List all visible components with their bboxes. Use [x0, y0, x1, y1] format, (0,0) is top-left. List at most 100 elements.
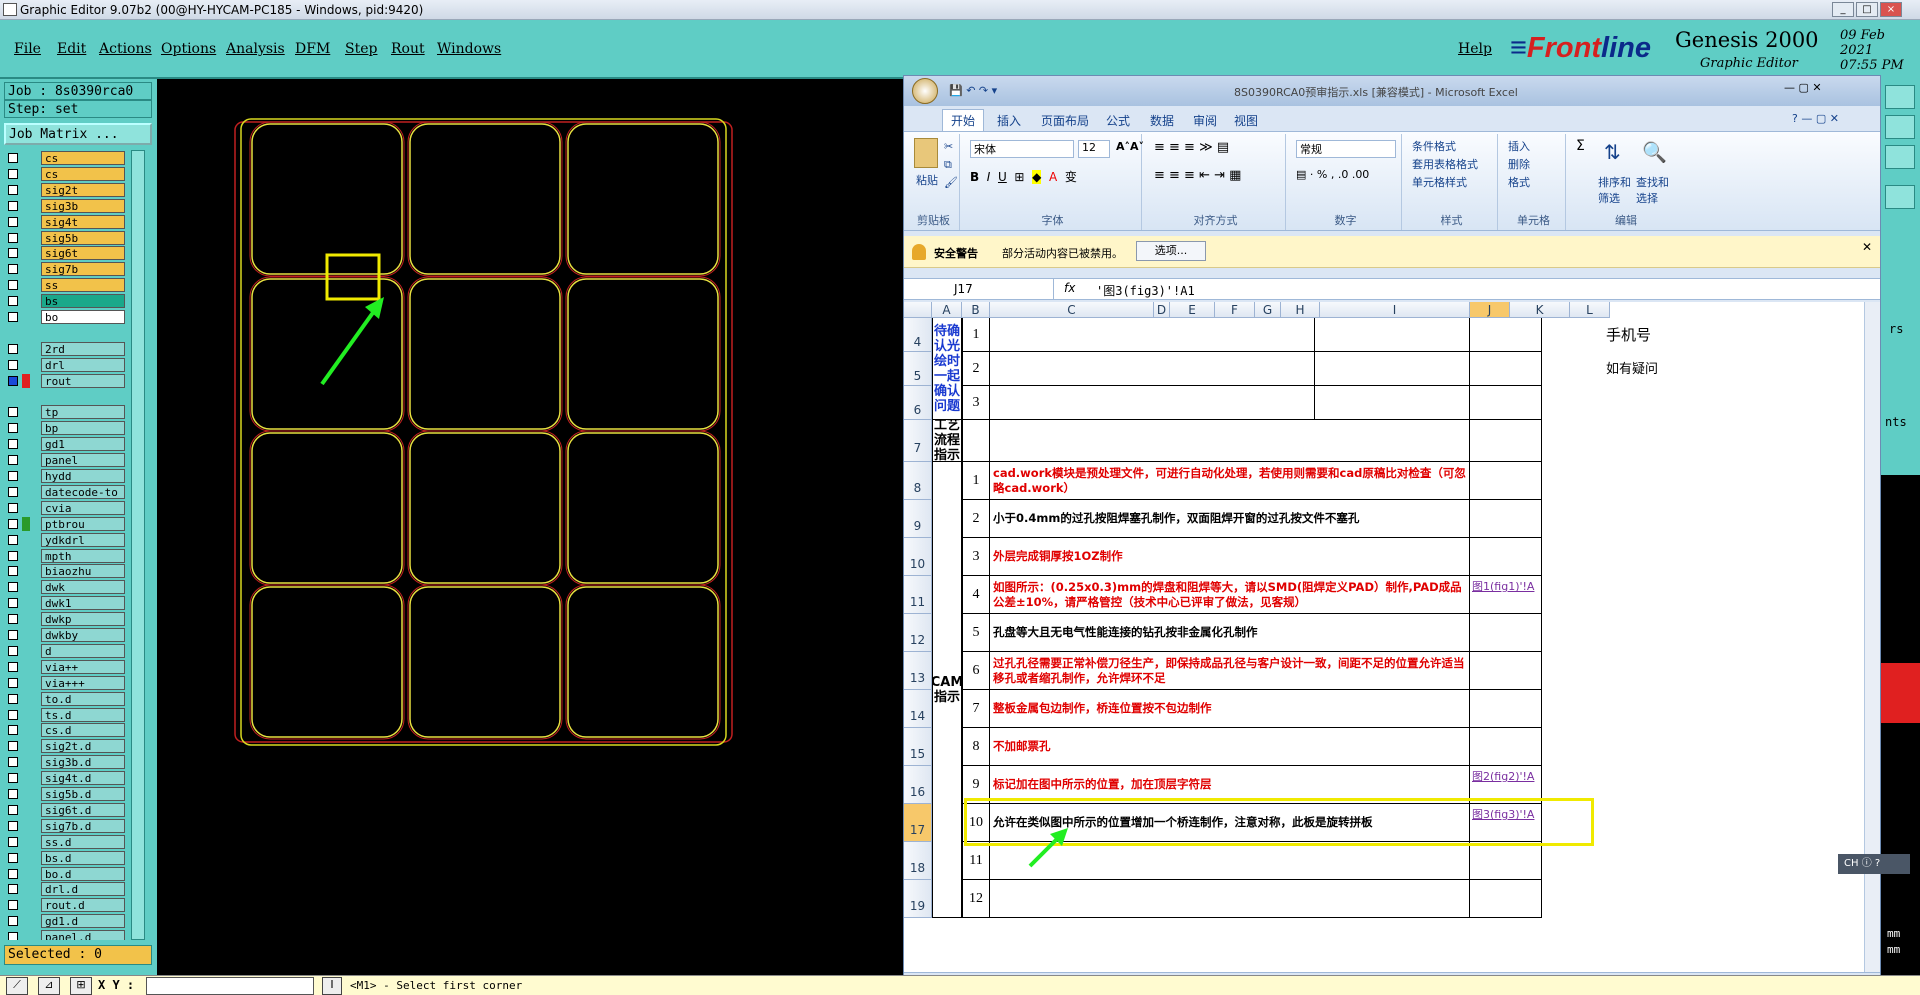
layer-row[interactable]: dwkp: [4, 611, 126, 627]
layer-name[interactable]: panel.d: [41, 930, 125, 940]
layer-color-swatch[interactable]: [22, 755, 30, 769]
layer-checkbox[interactable]: [8, 502, 18, 513]
layer-color-swatch[interactable]: [22, 453, 30, 467]
layer-row[interactable]: sig3b.d: [4, 754, 126, 770]
blank-cell[interactable]: [1314, 318, 1470, 352]
layer-name[interactable]: bo.d: [41, 866, 125, 881]
layer-checkbox[interactable]: [8, 486, 18, 497]
layer-row[interactable]: sig6t: [4, 245, 126, 261]
cell-styles-button[interactable]: 单元格样式: [1412, 174, 1467, 190]
row-header[interactable]: 5: [904, 352, 932, 386]
layer-checkbox[interactable]: [8, 312, 18, 322]
font-style-buttons[interactable]: B I U ⊞ ◆ A 变: [970, 168, 1077, 185]
link-cell[interactable]: [1470, 614, 1542, 652]
xy-input[interactable]: [146, 977, 314, 995]
font-size-select[interactable]: 12: [1078, 140, 1110, 158]
layer-name[interactable]: dwkp: [41, 612, 125, 627]
layer-name[interactable]: ss: [41, 278, 125, 293]
layer-row[interactable]: via++: [4, 659, 126, 675]
grid-icon[interactable]: ⊞: [70, 977, 92, 995]
layer-row[interactable]: drl.d: [4, 881, 126, 897]
instruction-cell[interactable]: 整板金属包边制作，桥连位置按不包边制作: [990, 690, 1470, 728]
column-header[interactable]: F: [1215, 302, 1255, 318]
layer-color-swatch[interactable]: [22, 564, 30, 578]
layer-checkbox[interactable]: [8, 868, 18, 879]
layer-row[interactable]: cs: [4, 166, 126, 182]
layer-color-swatch[interactable]: [22, 628, 30, 642]
layer-name[interactable]: sig5b.d: [41, 787, 125, 801]
layer-name[interactable]: sig7b: [41, 262, 125, 277]
item-number-cell[interactable]: 2: [962, 500, 990, 538]
link-cell[interactable]: [1470, 462, 1542, 500]
layer-checkbox[interactable]: [8, 836, 18, 847]
row-header[interactable]: 13: [904, 652, 932, 690]
layer-color-swatch[interactable]: [22, 151, 30, 165]
column-header[interactable]: C: [990, 302, 1154, 318]
layer-color-swatch[interactable]: [22, 692, 30, 706]
row-header[interactable]: 6: [904, 386, 932, 420]
snap-icon[interactable]: ⟋: [6, 977, 28, 995]
layer-name[interactable]: dwkby: [41, 628, 125, 642]
layer-name[interactable]: to.d: [41, 691, 125, 706]
layer-color-swatch[interactable]: [22, 533, 30, 547]
select-all-corner[interactable]: [904, 302, 932, 318]
layer-name[interactable]: drl: [41, 357, 125, 372]
layer-name[interactable]: cvia: [41, 500, 125, 515]
layer-name[interactable]: cs: [41, 166, 125, 181]
layer-color-swatch[interactable]: [22, 596, 30, 610]
row-header[interactable]: 4: [904, 318, 932, 352]
layer-name[interactable]: mpth: [41, 548, 125, 563]
layer-row[interactable]: bs: [4, 293, 126, 309]
layer-checkbox[interactable]: [8, 598, 18, 609]
sum-icon[interactable]: Σ: [1576, 138, 1585, 154]
a-block-pending[interactable]: 待确认光绘时一起确认问题: [932, 318, 962, 420]
row-header[interactable]: 12: [904, 614, 932, 652]
align-horizontal-icons[interactable]: ≡ ≡ ≡ ⇤ ⇥ ▦: [1154, 168, 1241, 183]
format-cells-button[interactable]: 格式: [1508, 174, 1530, 190]
layer-name[interactable]: sig2t: [41, 182, 125, 197]
layer-name[interactable]: ss.d: [41, 834, 125, 849]
layer-name[interactable]: datecode-to: [41, 484, 125, 499]
layer-row[interactable]: panel: [4, 452, 126, 468]
link-cell[interactable]: [1470, 420, 1542, 462]
item-number-cell[interactable]: 5: [962, 614, 990, 652]
layer-color-swatch[interactable]: [22, 708, 30, 722]
column-header[interactable]: J: [1470, 302, 1510, 318]
tab-insert[interactable]: 插入: [997, 112, 1021, 129]
layer-row[interactable]: [4, 325, 126, 333]
layer-row[interactable]: via+++: [4, 675, 126, 691]
layer-row[interactable]: sig7b.d: [4, 818, 126, 834]
layer-checkbox[interactable]: [8, 900, 18, 911]
layer-checkbox[interactable]: [8, 916, 18, 927]
layer-color-swatch[interactable]: [22, 373, 30, 388]
layer-checkbox[interactable]: [8, 804, 18, 815]
item-number-cell[interactable]: 3: [962, 386, 990, 420]
item-number-cell[interactable]: 1: [962, 318, 990, 352]
maximize-button[interactable]: □: [1856, 2, 1878, 17]
layer-name[interactable]: drl.d: [41, 882, 125, 897]
figure-link[interactable]: 图1(fig1)'!A: [1472, 580, 1540, 594]
conditional-format-button[interactable]: 条件格式: [1412, 138, 1456, 154]
column-header[interactable]: G: [1255, 302, 1281, 318]
layer-color-swatch[interactable]: [22, 882, 30, 896]
layer-checkbox[interactable]: [8, 773, 18, 784]
number-format-icons[interactable]: ▤ · % , .0 .00: [1296, 168, 1369, 181]
row-header[interactable]: 7: [904, 420, 932, 462]
layer-color-swatch[interactable]: [22, 851, 30, 865]
layer-row[interactable]: cs.d: [4, 722, 126, 738]
tool-icon-3[interactable]: [1885, 145, 1915, 169]
layer-row[interactable]: [4, 389, 126, 397]
layer-color-swatch[interactable]: [22, 739, 30, 753]
minimize-button[interactable]: _: [1832, 2, 1854, 17]
layer-color-swatch[interactable]: [22, 930, 30, 940]
item-number-cell[interactable]: 2: [962, 352, 990, 386]
layer-row[interactable]: datecode-to: [4, 484, 126, 500]
tab-review[interactable]: 审阅: [1193, 112, 1217, 129]
layer-row[interactable]: bo: [4, 309, 126, 325]
link-cell[interactable]: [1470, 880, 1542, 918]
close-button[interactable]: ×: [1880, 2, 1902, 17]
layer-checkbox[interactable]: [8, 645, 18, 656]
function-icon[interactable]: fx: [1064, 281, 1075, 295]
paste-icon[interactable]: [914, 138, 938, 168]
layer-name[interactable]: ydkdrl: [41, 532, 125, 547]
